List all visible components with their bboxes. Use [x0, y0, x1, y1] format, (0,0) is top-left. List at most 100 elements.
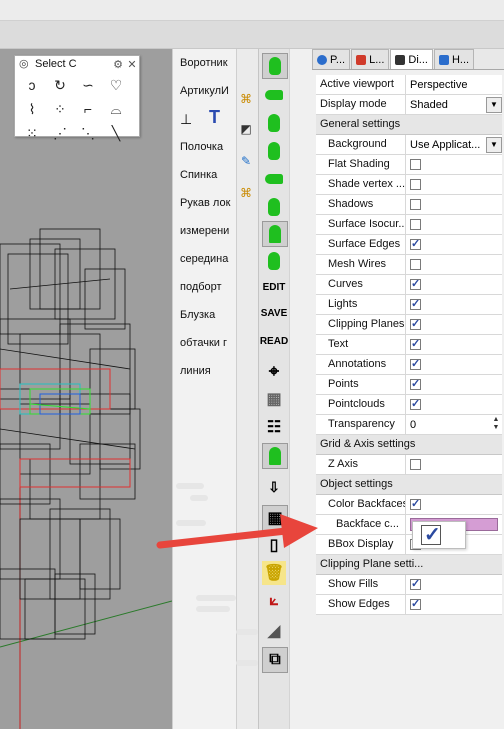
pointclouds-checkbox[interactable]	[410, 397, 421, 410]
puzzle2-icon[interactable]: ⌘	[236, 182, 256, 204]
flat-shading-checkbox[interactable]	[410, 159, 421, 170]
pattern-item[interactable]: подборт	[180, 277, 238, 297]
section-object: Object settings	[316, 475, 502, 495]
curves-checkbox[interactable]	[410, 277, 421, 290]
pattern-item[interactable]: линия	[180, 361, 238, 381]
dots-icon[interactable]: ⁘	[49, 98, 71, 120]
annotations-checkbox[interactable]	[410, 357, 421, 370]
pattern-item[interactable]: середина	[180, 249, 238, 269]
sole-icon[interactable]	[262, 83, 286, 107]
blurred-label	[196, 595, 236, 601]
row-label: Mesh Wires	[316, 255, 406, 274]
clipping-planes-checkbox[interactable]	[410, 317, 421, 330]
cone2-icon[interactable]	[262, 443, 288, 469]
spinner-arrows-icon[interactable]: ▲ ▼	[490, 416, 502, 432]
slope-icon[interactable]: ◢	[262, 619, 286, 643]
shape-icon[interactable]: ⌓	[105, 98, 127, 120]
shade-vertex-checkbox[interactable]	[410, 179, 421, 190]
pattern-item[interactable]: Спинка	[180, 165, 238, 185]
puzzle-icon[interactable]: ⌘	[236, 88, 256, 110]
display-properties-panel: P... L... Di... H... Active viewport Per…	[312, 49, 504, 729]
row-label: Surface Edges	[316, 235, 406, 254]
background-select[interactable]: Use Applicat... ▼	[406, 135, 502, 154]
pattern-item[interactable]: Воротник	[180, 53, 238, 73]
mesh-wires-checkbox[interactable]	[410, 259, 421, 270]
show-edges-row: Show Edges	[316, 595, 502, 615]
shoe-icon[interactable]	[262, 53, 288, 79]
edit-button[interactable]: EDIT	[262, 275, 286, 299]
stack-icon[interactable]: ⧉	[262, 647, 288, 673]
shoe-flat-icon[interactable]	[262, 167, 286, 191]
square-icon[interactable]: ◩	[236, 118, 256, 140]
line-icon[interactable]: ╲	[105, 122, 127, 144]
download-icon[interactable]: ⇩	[262, 475, 286, 499]
show-edges-checkbox[interactable]	[410, 597, 421, 610]
points-icon[interactable]: ⁙	[21, 122, 43, 144]
bbox-zoomed-checkbox[interactable]	[421, 522, 441, 547]
list-icon[interactable]: ☷	[262, 415, 286, 439]
select-panel: ◎ Select C ⚙ ✕ ↄ ↻ ∽ ♡ ⌇ ⁘ ⌐ ⌓ ⁙ ⋰ ⋱ ╲	[14, 55, 140, 141]
row-label: Display mode	[316, 95, 406, 114]
select-panel-title: Select C	[35, 58, 77, 70]
gear-icon[interactable]: ⚙	[111, 58, 125, 71]
blob-icon[interactable]: ♡	[105, 74, 127, 96]
axes-icon[interactable]: ⟀	[262, 589, 286, 613]
text-checkbox[interactable]	[410, 337, 421, 350]
heel-icon[interactable]	[262, 249, 286, 273]
lights-checkbox[interactable]	[410, 297, 421, 310]
spiral2-icon[interactable]: ↻	[49, 74, 71, 96]
save-button[interactable]: SAVE	[261, 301, 288, 325]
show-fills-checkbox[interactable]	[410, 577, 421, 590]
segment-icon[interactable]: ⋰	[49, 122, 71, 144]
surface-isocurves-checkbox[interactable]	[410, 219, 421, 230]
transparency-spinner[interactable]: 0 ▲ ▼	[406, 415, 502, 434]
row-label: Active viewport	[316, 75, 406, 94]
dashed-segment-icon[interactable]: ⋱	[77, 122, 99, 144]
curves-row: Curves	[316, 275, 502, 295]
surface-edges-checkbox[interactable]	[410, 237, 421, 250]
small-tool-column: ⌘ ◩ ✎ ⌘	[236, 80, 256, 300]
pattern-item[interactable]: Блузка	[180, 305, 238, 325]
shadows-checkbox[interactable]	[410, 199, 421, 210]
shoe-tall-icon[interactable]	[262, 139, 286, 163]
tab-layers[interactable]: L...	[351, 49, 390, 69]
display-mode-select[interactable]: Shaded ▼	[406, 95, 502, 114]
pattern-item[interactable]: Рукав лок	[180, 193, 238, 213]
text-tool-icon[interactable]: T	[209, 107, 229, 127]
grid-icon[interactable]: ▦	[262, 387, 286, 411]
chevron-down-icon[interactable]: ▼	[486, 97, 502, 113]
pattern-item[interactable]: АртикулИ	[180, 81, 238, 101]
spiral-icon[interactable]: ↄ	[21, 74, 43, 96]
cone-icon[interactable]	[262, 221, 288, 247]
corner-icon[interactable]: ⌐	[77, 98, 99, 120]
row-label: Shade vertex ...	[316, 175, 406, 194]
row-label: Transparency	[316, 415, 406, 434]
shoe-side-icon[interactable]	[262, 111, 286, 135]
page-icon[interactable]: ▯	[262, 533, 286, 557]
boot-icon[interactable]	[262, 195, 286, 219]
vertical-toolbar: EDIT SAVE READ ⌖ ▦ ☷ ⇩ ▦ ▯ 🗑 ⟀ ◢ ⧉	[258, 49, 290, 729]
z-axis-checkbox[interactable]	[410, 459, 421, 470]
wireframe-model	[0, 228, 172, 729]
color-backfaces-row: Color Backfaces	[316, 495, 502, 515]
trash-icon[interactable]: 🗑	[262, 561, 286, 585]
tab-display[interactable]: Di...	[390, 49, 433, 69]
perspective-viewport[interactable]	[0, 49, 172, 729]
pattern-item[interactable]: Полочка	[180, 137, 238, 157]
tab-properties[interactable]: P...	[312, 49, 351, 69]
scribble-icon[interactable]: ⌇	[21, 98, 43, 120]
pattern-item[interactable]: измерени	[180, 221, 238, 241]
chevron-down-icon[interactable]: ▼	[486, 137, 502, 153]
points-checkbox[interactable]	[410, 377, 421, 390]
curve-icon[interactable]: ∽	[77, 74, 99, 96]
target-icon[interactable]: ⌖	[262, 359, 286, 383]
grid2-icon[interactable]: ▦	[262, 505, 288, 531]
blurred-label	[176, 483, 204, 489]
close-icon[interactable]: ✕	[125, 58, 139, 71]
tab-help[interactable]: H...	[433, 49, 475, 69]
color-backfaces-checkbox[interactable]	[410, 497, 421, 510]
pencil-icon[interactable]: ✎	[236, 150, 256, 172]
pattern-item[interactable]: обтачки г	[180, 333, 238, 353]
read-button[interactable]: READ	[260, 329, 288, 353]
select-panel-tools: ↄ ↻ ∽ ♡ ⌇ ⁘ ⌐ ⌓ ⁙ ⋰ ⋱ ╲	[15, 72, 139, 146]
